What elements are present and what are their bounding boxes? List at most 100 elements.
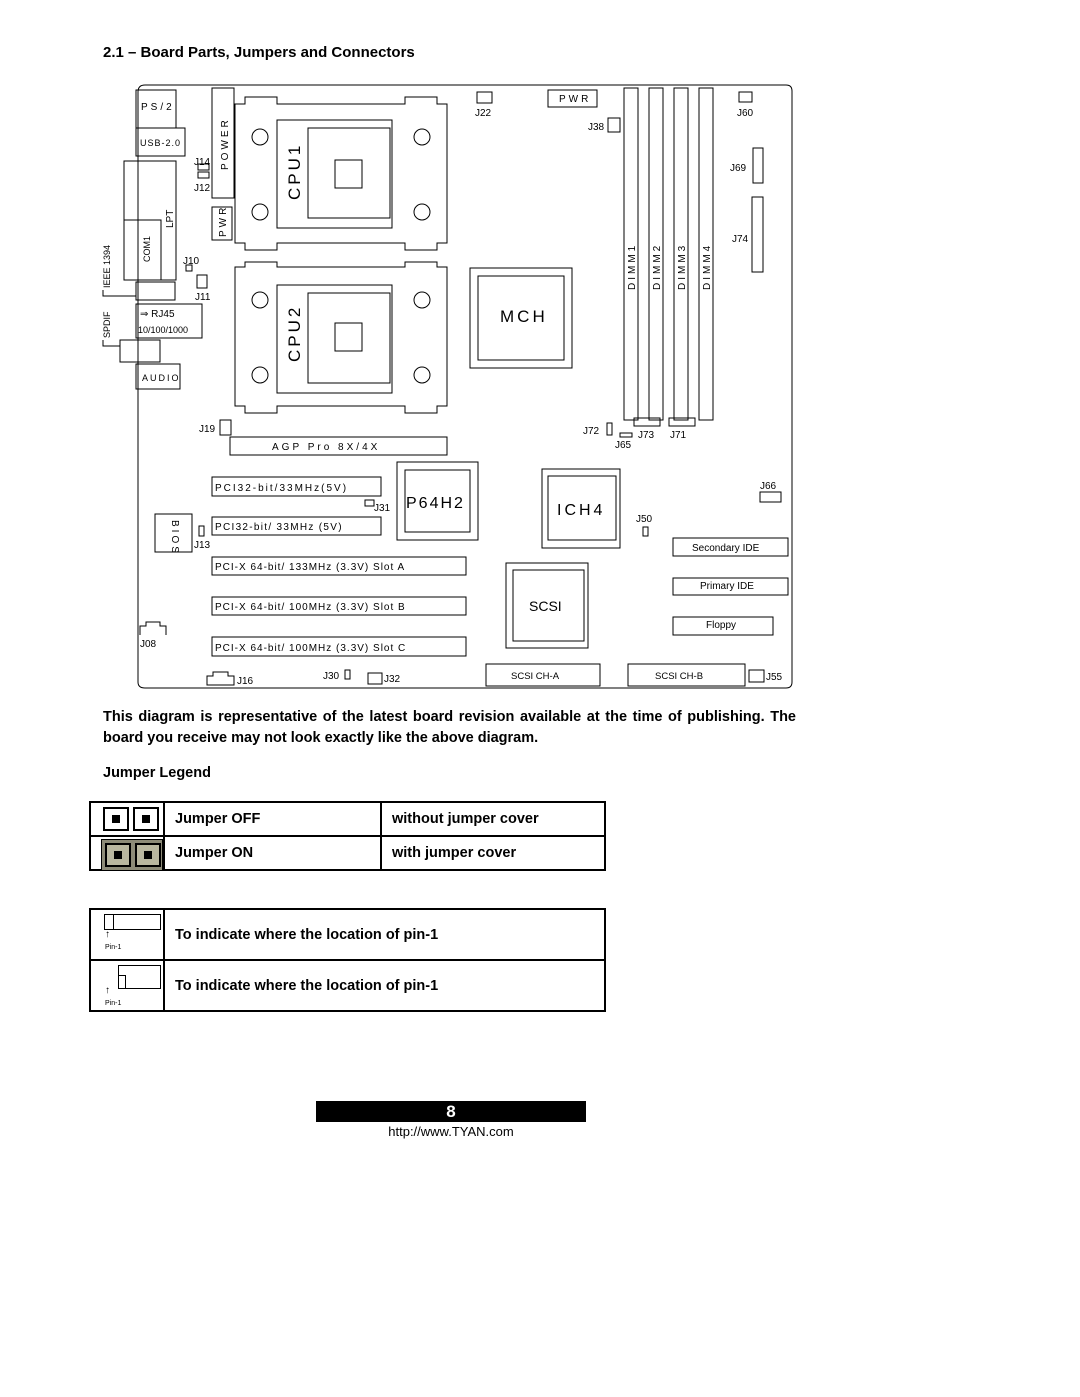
svg-text:J22: J22 [475, 108, 492, 119]
svg-text:AUDIO: AUDIO [142, 373, 181, 383]
svg-text:PCI-X 64-bit/ 100MHz (3.3V) S: PCI-X 64-bit/ 100MHz (3.3V) Slot B [215, 602, 406, 613]
svg-text:J60: J60 [737, 108, 754, 119]
scsi-ch-b-connector: SCSI CH-B [627, 663, 746, 687]
jumper-j74: J74 [732, 196, 764, 273]
ps2-connector: PS/2 [135, 89, 177, 129]
pcix-slot-b: PCI-X 64-bit/ 100MHz (3.3V) Slot B [211, 596, 467, 616]
svg-text:CPU1: CPU1 [285, 143, 304, 200]
svg-text:J13: J13 [194, 540, 211, 551]
svg-text:J66: J66 [760, 481, 777, 492]
pin1-legend-table: ↑ Pin-1 To indicate where the location o… [89, 908, 606, 1012]
diagram-note: This diagram is representative of the la… [103, 709, 796, 746]
jumper-j13: J13 [194, 525, 211, 551]
svg-text:Floppy: Floppy [706, 620, 736, 631]
svg-text:ICH4: ICH4 [557, 502, 605, 519]
table-row: Jumper OFF without jumper cover [89, 801, 606, 837]
table-row: ↑ Pin-1 To indicate where the location o… [89, 959, 606, 1012]
jumper-j12: J12 [194, 171, 211, 194]
svg-text:DIMM4: DIMM4 [702, 243, 713, 290]
jumper-j66: J66 [759, 481, 782, 503]
svg-text:J31: J31 [374, 503, 391, 514]
jumper-j73: J73 [633, 417, 661, 441]
jumper-legend-table: Jumper OFF without jumper cover Jumper O… [89, 801, 606, 871]
pin1-text: To indicate where the location of pin-1 [163, 908, 606, 961]
svg-text:COM1: COM1 [142, 236, 152, 262]
jumper-j14: J14 [194, 157, 211, 171]
pcix-slot-c: PCI-X 64-bit/ 100MHz (3.3V) Slot C [211, 636, 467, 657]
jumper-state: Jumper ON [163, 835, 382, 871]
jumper-on-icon [89, 835, 165, 871]
jumper-description: without jumper cover [380, 801, 606, 837]
svg-text:MCH: MCH [500, 307, 548, 326]
ieee1394-label: IEEE 1394 [102, 245, 136, 297]
jumper-j72: J72 [583, 422, 613, 437]
footer-url[interactable]: http://www.TYAN.com [316, 1124, 586, 1139]
svg-text:J32: J32 [384, 674, 401, 685]
svg-text:10/100/1000: 10/100/1000 [138, 325, 188, 335]
cpu1-socket: CPU1 [234, 96, 448, 251]
jumper-j11: J11 [195, 274, 211, 303]
svg-text:⇒ RJ45: ⇒ RJ45 [140, 309, 175, 320]
jumper-j32: J32 [367, 672, 401, 685]
board-outline [137, 84, 793, 689]
svg-text:J11: J11 [195, 292, 211, 303]
pci32-slot-1: PCI32-bit/33MHz(5V) [211, 476, 382, 497]
power-connector: POWER [211, 87, 235, 199]
jumper-j31: J31 [364, 499, 391, 514]
mch-chip: MCH [469, 267, 573, 369]
jumper-off-icon [89, 801, 165, 837]
svg-text:SCSI: SCSI [529, 598, 562, 614]
page-number: 8 [316, 1101, 586, 1122]
bios-chip: BIOS [154, 513, 193, 556]
svg-text:PCI32-bit/ 33MHz (5V): PCI32-bit/ 33MHz (5V) [215, 522, 343, 533]
dimm2-slot: DIMM2 [648, 87, 664, 421]
svg-text:J10: J10 [183, 256, 200, 267]
svg-text:J73: J73 [638, 430, 655, 441]
jumper-j55: J55 [748, 669, 783, 683]
dimm1-slot: DIMM1 [623, 87, 639, 421]
jumper-j22: J22 [475, 91, 493, 119]
svg-text:SCSI CH-A: SCSI CH-A [511, 671, 560, 682]
svg-text:PWR: PWR [218, 205, 229, 237]
svg-text:IEEE 1394: IEEE 1394 [102, 245, 112, 288]
svg-text:J72: J72 [583, 426, 600, 437]
p64h2-chip: P64H2 [396, 461, 479, 541]
jumper-j16: J16 [206, 671, 254, 687]
table-row: ↑ Pin-1 To indicate where the location o… [89, 908, 606, 961]
jumper-j69: J69 [730, 147, 764, 184]
svg-text:PCI-X 64-bit/ 133MHz (3.3V) S: PCI-X 64-bit/ 133MHz (3.3V) Slot A [215, 562, 405, 573]
pwr-connector-left: PWR [211, 205, 233, 241]
rj45-connector: ⇒ RJ45 10/100/1000 [135, 303, 203, 339]
svg-text:POWER: POWER [220, 117, 231, 170]
svg-text:J50: J50 [636, 514, 653, 525]
svg-text:P64H2: P64H2 [406, 495, 465, 512]
cpu2-socket: CPU2 [234, 261, 448, 414]
table-row: Jumper ON with jumper cover [89, 835, 606, 871]
pcix-slot-a: PCI-X 64-bit/ 133MHz (3.3V) Slot A [211, 556, 467, 576]
svg-text:J38: J38 [588, 122, 605, 133]
ich4-chip: ICH4 [541, 468, 621, 549]
jumper-state: Jumper OFF [163, 801, 382, 837]
com1-connector: COM1 [123, 219, 162, 281]
svg-text:PCI32-bit/33MHz(5V): PCI32-bit/33MHz(5V) [215, 483, 348, 494]
spdif-connector [119, 339, 161, 363]
svg-text:J08: J08 [140, 639, 157, 650]
svg-text:SPDIF: SPDIF [102, 311, 112, 338]
svg-text:SCSI CH-B: SCSI CH-B [655, 671, 703, 682]
svg-text:J71: J71 [670, 430, 687, 441]
svg-text:PS/2: PS/2 [141, 102, 175, 113]
secondary-ide-connector: Secondary IDE [672, 537, 789, 557]
svg-text:CPU2: CPU2 [285, 305, 304, 362]
svg-text:J30: J30 [323, 671, 340, 682]
svg-text:J16: J16 [237, 676, 254, 687]
jumper-j19: J19 [199, 419, 232, 436]
svg-text:J12: J12 [194, 183, 211, 194]
svg-text:Primary IDE: Primary IDE [700, 581, 754, 592]
svg-text:J19: J19 [199, 424, 216, 435]
jumper-legend-title: Jumper Legend [103, 765, 211, 781]
jumper-j65: J65 [615, 432, 633, 451]
svg-text:J69: J69 [730, 163, 747, 174]
svg-text:AGP Pro 8X/4X: AGP Pro 8X/4X [272, 442, 380, 453]
svg-text:DIMM2: DIMM2 [652, 243, 663, 290]
pin1-vertical-icon: ↑ Pin-1 [89, 959, 165, 1012]
